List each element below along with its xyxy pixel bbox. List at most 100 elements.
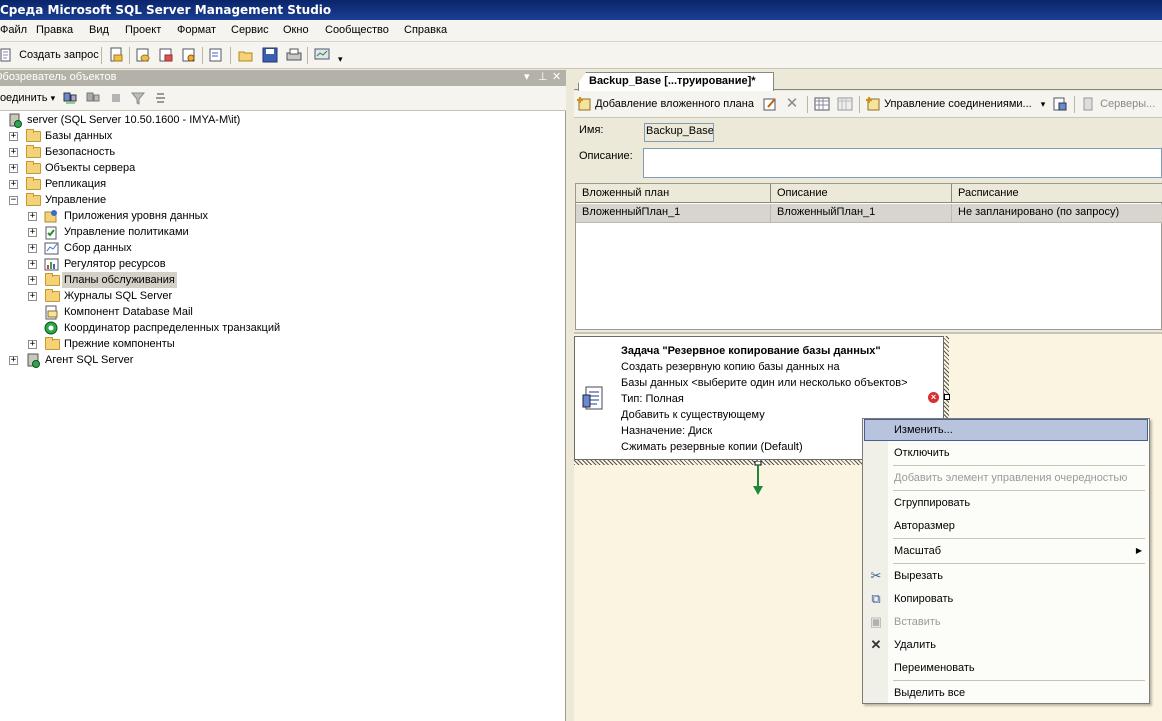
close-pane-icon[interactable]: ✕ xyxy=(552,70,561,85)
new-query-icon xyxy=(0,47,16,63)
menu-item-rename[interactable]: Переименовать xyxy=(864,657,1148,679)
xmla-query-button[interactable] xyxy=(208,46,224,65)
grid-cell-subplan[interactable]: ВложенныйПлан_1 xyxy=(576,204,771,223)
menu-item-label: Вставить xyxy=(894,616,941,628)
grid-header-subplan[interactable]: Вложенный план xyxy=(576,184,771,203)
pane-dropdown-icon[interactable]: ▾ xyxy=(524,70,530,85)
subplan-properties-button[interactable] xyxy=(762,95,778,114)
tree-node-data-collection[interactable]: + Сбор данных xyxy=(28,240,528,256)
resize-handle[interactable] xyxy=(944,394,950,400)
menu-file[interactable]: Файл xyxy=(0,24,27,36)
menu-item-paste[interactable]: ▣ Вставить xyxy=(864,611,1148,633)
precedence-arrow-icon[interactable] xyxy=(752,461,764,497)
expand-icon[interactable]: + xyxy=(28,212,37,221)
tree-node-maintenance-plans[interactable]: + Планы обслуживания xyxy=(28,272,528,288)
refresh-button[interactable] xyxy=(153,89,169,108)
menu-item-cut[interactable]: ✂ Вырезать xyxy=(864,565,1148,587)
tree-node-databases[interactable]: + Базы данных xyxy=(9,128,509,144)
tree-node-replication[interactable]: + Репликация xyxy=(9,176,509,192)
expand-icon[interactable]: + xyxy=(28,340,37,349)
tree-node-sql-agent[interactable]: + Агент SQL Server xyxy=(9,352,509,368)
menu-item-select-all[interactable]: Выделить все xyxy=(864,682,1148,704)
grid-header-description[interactable]: Описание xyxy=(771,184,952,203)
expand-icon[interactable]: + xyxy=(28,260,37,269)
menu-item-copy[interactable]: ⧉ Копировать xyxy=(864,588,1148,610)
menu-item-disable[interactable]: Отключить xyxy=(864,442,1148,464)
reporting-button[interactable] xyxy=(1052,95,1068,114)
expand-icon[interactable]: + xyxy=(9,164,18,173)
collapse-icon[interactable]: − xyxy=(9,196,18,205)
new-file-button[interactable] xyxy=(108,46,124,65)
folder-icon xyxy=(26,145,41,158)
folder-icon xyxy=(26,193,41,206)
expand-icon[interactable]: + xyxy=(28,228,37,237)
grid-cell-schedule[interactable]: Не запланировано (по запросу) xyxy=(952,204,1162,223)
open-file-button[interactable] xyxy=(238,46,254,65)
tree-node-resource-governor[interactable]: + Регулятор ресурсов xyxy=(28,256,528,272)
task-line: Назначение: Диск xyxy=(621,425,713,437)
menu-item-group[interactable]: Сгруппировать xyxy=(864,492,1148,514)
menu-item-label: Вырезать xyxy=(894,570,943,582)
tree-node-database-mail[interactable]: Компонент Database Mail xyxy=(28,304,528,320)
stop-button[interactable] xyxy=(108,89,124,108)
menu-item-edit[interactable]: Изменить... xyxy=(864,419,1148,441)
expand-icon[interactable]: + xyxy=(28,276,37,285)
tree-node-dtc[interactable]: Координатор распределенных транзакций xyxy=(28,320,528,336)
delete-subplan-button[interactable]: ✕ xyxy=(784,95,800,114)
menu-help[interactable]: Справка xyxy=(404,24,447,36)
olap-query-button[interactable] xyxy=(158,46,174,65)
menu-view[interactable]: Вид xyxy=(89,24,109,36)
expand-icon[interactable]: + xyxy=(9,148,18,157)
expand-icon[interactable]: + xyxy=(9,132,18,141)
menu-item-add-precedence[interactable]: Добавить элемент управления очередностью xyxy=(864,467,1148,489)
connect-button[interactable]: Соединить ▾ xyxy=(0,89,55,108)
toolbar-overflow-button[interactable]: ▾ xyxy=(338,50,343,69)
menu-item-autosize[interactable]: Авторазмер xyxy=(864,515,1148,537)
menu-window[interactable]: Окно xyxy=(283,24,309,36)
toolbar-separator xyxy=(307,47,308,64)
disconnect-button[interactable] xyxy=(85,89,101,108)
description-field[interactable] xyxy=(643,148,1162,178)
expand-icon[interactable]: + xyxy=(9,180,18,189)
filter-button[interactable] xyxy=(130,89,146,108)
grid-cell-description[interactable]: ВложенныйПлан_1 xyxy=(771,204,952,223)
menu-item-label: Переименовать xyxy=(894,662,975,674)
dmx-query-button[interactable] xyxy=(181,46,197,65)
manage-connections-button[interactable]: Управление соединениями... ▾ xyxy=(865,95,1045,114)
menu-format[interactable]: Формат xyxy=(177,24,216,36)
tree-node-sql-logs[interactable]: + Журналы SQL Server xyxy=(28,288,528,304)
menu-community[interactable]: Сообщество xyxy=(325,24,389,36)
servers-button[interactable]: Серверы... xyxy=(1081,95,1155,114)
connect-object-explorer-button[interactable] xyxy=(62,89,78,108)
tree-node-server-objects[interactable]: + Объекты сервера xyxy=(9,160,509,176)
tree-node-legacy[interactable]: + Прежние компоненты xyxy=(28,336,528,352)
tab-backup-base[interactable]: Backup_Base [...труирование]* xyxy=(578,72,774,91)
menu-item-delete[interactable]: ✕ Удалить xyxy=(864,634,1148,656)
tree-node-policy-management[interactable]: + Управление политиками xyxy=(28,224,528,240)
tree-node-data-tier-apps[interactable]: + Приложения уровня данных xyxy=(28,208,528,224)
grid-header-schedule[interactable]: Расписание xyxy=(952,184,1162,203)
tree-label: Приложения уровня данных xyxy=(64,210,209,222)
tree-node-management[interactable]: − Управление xyxy=(9,192,509,208)
new-query-button[interactable]: Создать запрос xyxy=(0,46,99,65)
menu-separator xyxy=(893,465,1145,466)
menu-edit[interactable]: Правка xyxy=(36,24,73,36)
menu-tools[interactable]: Сервис xyxy=(231,24,269,36)
tree-node-security[interactable]: + Безопасность xyxy=(9,144,509,160)
activity-monitor-button[interactable] xyxy=(314,46,330,65)
add-subplan-button[interactable]: Добавление вложенного плана xyxy=(576,95,754,114)
expand-icon[interactable]: + xyxy=(28,244,37,253)
name-field[interactable]: Backup_Base xyxy=(643,122,843,142)
pane-splitter[interactable] xyxy=(566,70,574,721)
report-icon xyxy=(1052,96,1068,112)
print-button[interactable] xyxy=(286,46,302,65)
expand-icon[interactable]: + xyxy=(28,292,37,301)
pin-icon[interactable]: ⊥ xyxy=(538,70,548,85)
subplan-schedule-button[interactable] xyxy=(814,95,830,114)
db-query-button[interactable] xyxy=(135,46,151,65)
remove-schedule-button[interactable] xyxy=(837,95,853,114)
save-button[interactable] xyxy=(262,46,278,65)
menu-project[interactable]: Проект xyxy=(125,24,161,36)
menu-item-zoom[interactable]: Масштаб ▶ xyxy=(864,540,1148,562)
expand-icon[interactable]: + xyxy=(9,356,18,365)
